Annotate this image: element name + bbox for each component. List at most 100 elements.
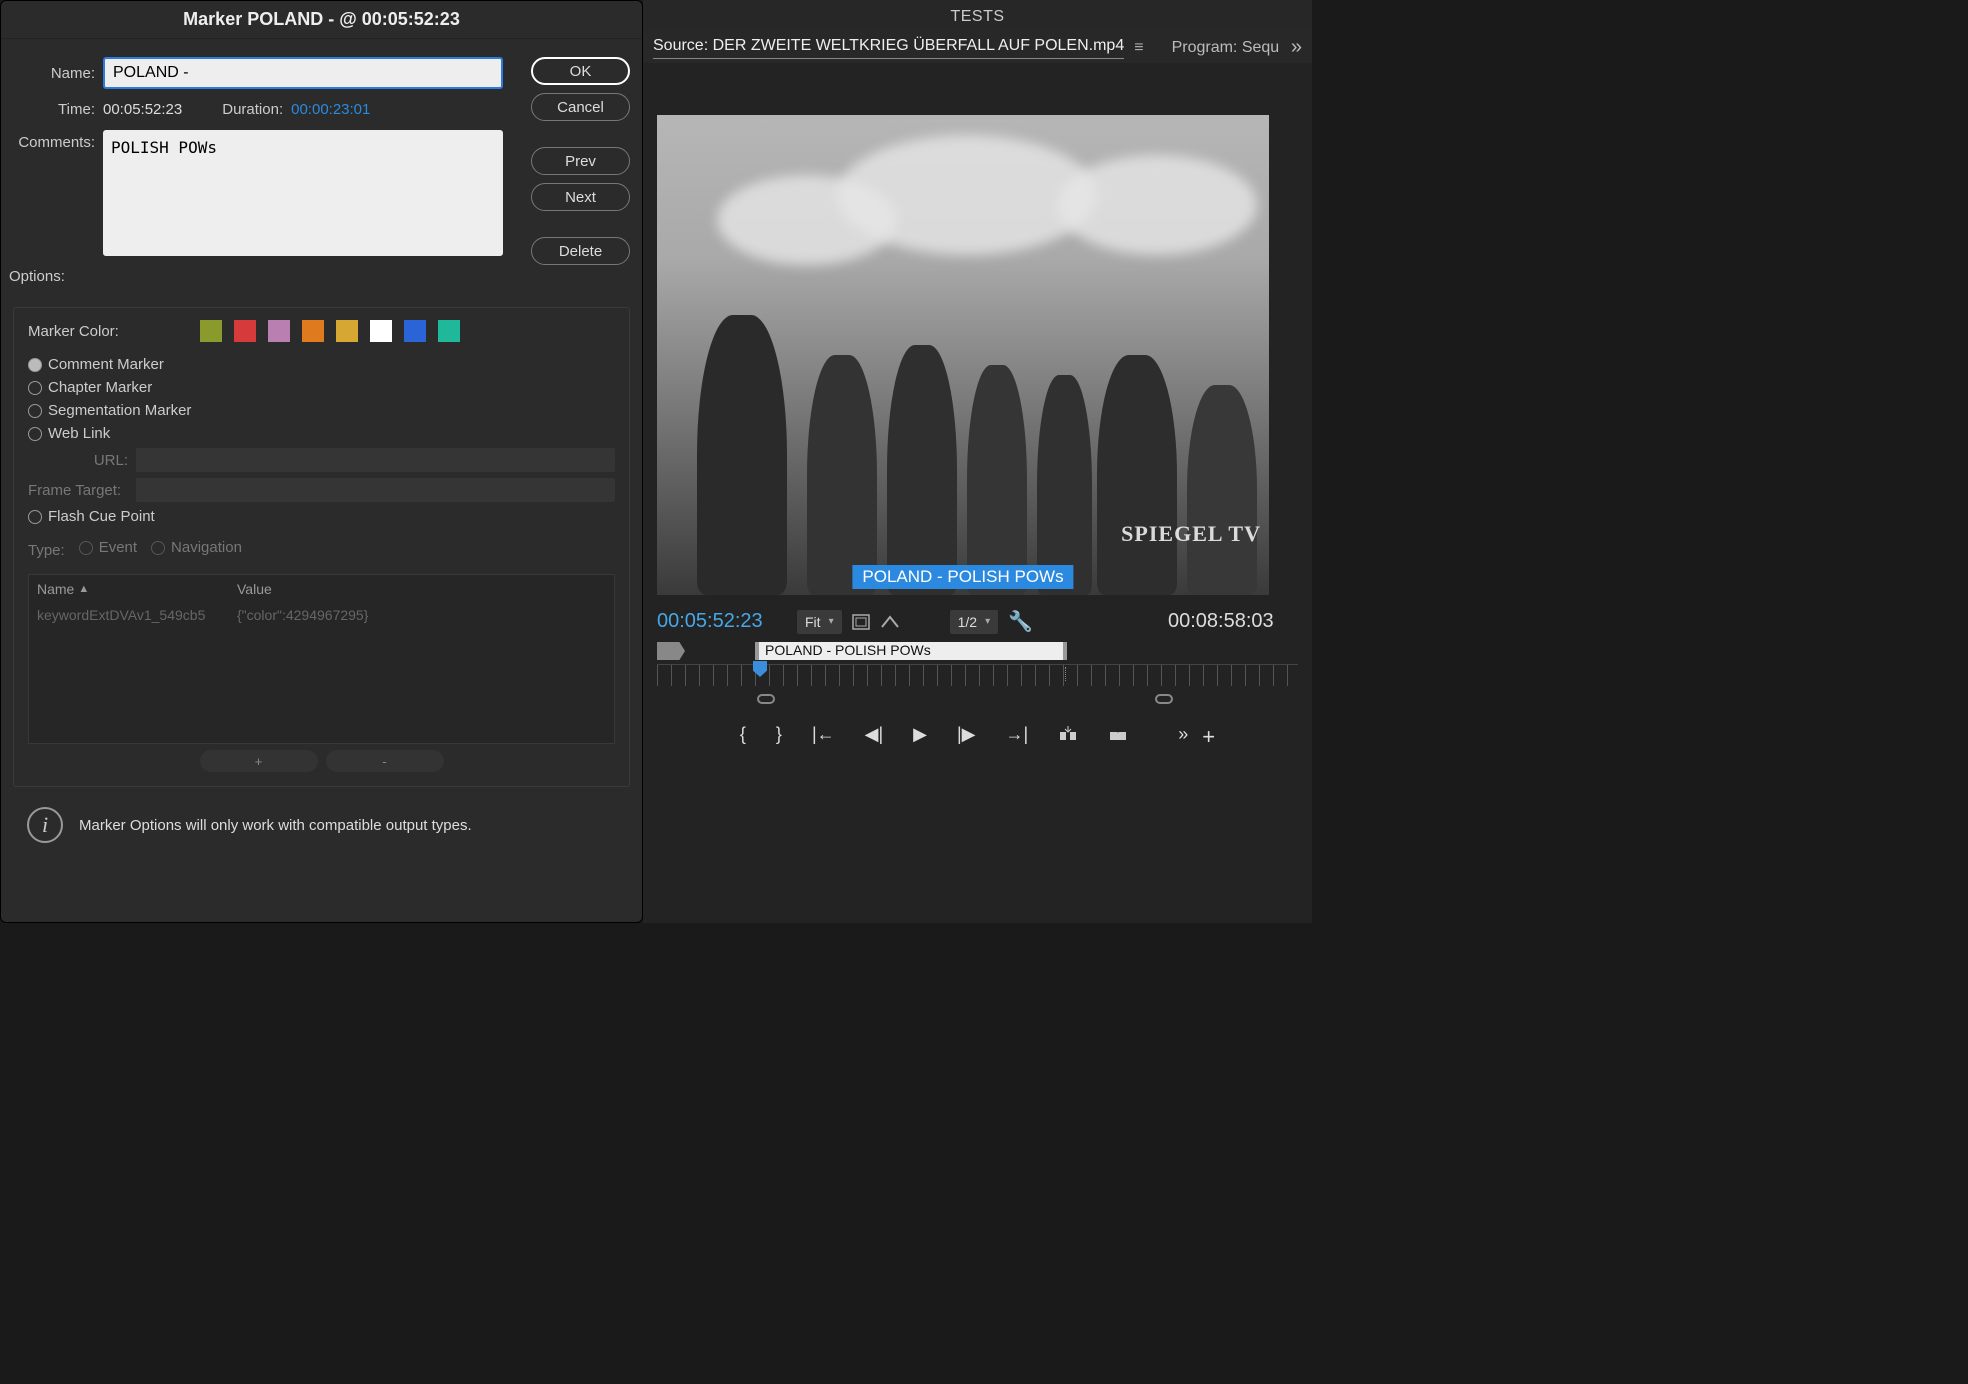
program-tab[interactable]: Program: Sequ bbox=[1172, 39, 1280, 57]
table-row[interactable]: keywordExtDVAv1_549cb5 {"color":42949672… bbox=[29, 603, 614, 627]
duration-label: Duration: bbox=[222, 101, 283, 118]
radio-label: Comment Marker bbox=[48, 356, 164, 373]
strip-marker[interactable]: POLAND - POLISH POWs bbox=[755, 642, 1067, 660]
prev-button[interactable]: Prev bbox=[531, 147, 630, 175]
scrub-handle-left[interactable] bbox=[757, 694, 775, 704]
col-value-header[interactable]: Value bbox=[237, 581, 606, 597]
col-name-header[interactable]: Name ▲ bbox=[37, 581, 237, 597]
radio-icon bbox=[28, 381, 42, 395]
info-icon: i bbox=[27, 807, 63, 843]
radio-chapter-marker[interactable]: Chapter Marker bbox=[28, 379, 615, 396]
radio-web-link[interactable]: Web Link bbox=[28, 425, 615, 442]
delete-button[interactable]: Delete bbox=[531, 237, 630, 265]
radio-event: Event bbox=[79, 539, 137, 556]
zoom-select[interactable]: Fit▾ bbox=[797, 610, 842, 634]
mark-out-button[interactable]: } bbox=[776, 724, 782, 745]
go-to-out-button[interactable]: →| bbox=[1006, 724, 1029, 745]
comments-textarea[interactable]: POLISH POWs bbox=[103, 130, 503, 256]
add-cue-button[interactable]: + bbox=[200, 750, 318, 772]
more-controls-icon[interactable]: » bbox=[1178, 724, 1188, 745]
name-label: Name: bbox=[13, 65, 103, 82]
mark-in-button[interactable]: { bbox=[740, 724, 746, 745]
frame-target-input bbox=[136, 478, 615, 502]
resolution-select[interactable]: 1/2▾ bbox=[950, 610, 999, 634]
go-to-in-button[interactable]: |← bbox=[812, 724, 835, 745]
insert-button[interactable] bbox=[1058, 726, 1078, 742]
next-button[interactable]: Next bbox=[531, 183, 630, 211]
url-input bbox=[136, 448, 615, 472]
radio-label: Chapter Marker bbox=[48, 379, 152, 396]
info-text: Marker Options will only work with compa… bbox=[79, 817, 472, 834]
radio-comment-marker[interactable]: Comment Marker bbox=[28, 356, 615, 373]
snap-icon[interactable] bbox=[880, 615, 900, 629]
scrub-handle-right[interactable] bbox=[1155, 694, 1173, 704]
radio-label: Navigation bbox=[171, 539, 242, 556]
radio-icon bbox=[28, 510, 42, 524]
radio-label: Web Link bbox=[48, 425, 110, 442]
radio-segmentation-marker[interactable]: Segmentation Marker bbox=[28, 402, 615, 419]
radio-icon bbox=[151, 541, 165, 555]
sort-up-icon: ▲ bbox=[78, 583, 89, 595]
overwrite-button[interactable] bbox=[1108, 726, 1128, 742]
marker-color-label: Marker Color: bbox=[28, 323, 136, 340]
ok-button[interactable]: OK bbox=[531, 57, 630, 85]
marker-dialog: Marker POLAND - @ 00:05:52:23 Name: Time… bbox=[0, 0, 643, 923]
button-editor-icon[interactable]: + bbox=[1202, 724, 1215, 750]
dialog-title: Marker POLAND - @ 00:05:52:23 bbox=[1, 1, 642, 39]
radio-flash-cue[interactable]: Flash Cue Point bbox=[28, 508, 615, 525]
radio-label: Segmentation Marker bbox=[48, 402, 191, 419]
name-input[interactable] bbox=[103, 57, 503, 89]
settings-icon[interactable]: 🔧 bbox=[1008, 609, 1033, 634]
url-label: URL: bbox=[86, 452, 128, 469]
source-tab[interactable]: Source: DER ZWEITE WELTKRIEG ÜBERFALL AU… bbox=[653, 37, 1124, 59]
radio-icon bbox=[79, 541, 93, 555]
playhead-icon[interactable] bbox=[753, 661, 767, 677]
duration-value[interactable]: 00:00:23:01 bbox=[291, 101, 370, 118]
remove-cue-button[interactable]: - bbox=[326, 750, 444, 772]
color-swatch[interactable] bbox=[234, 320, 256, 342]
time-ruler[interactable] bbox=[657, 664, 1298, 686]
radio-label: Event bbox=[99, 539, 137, 556]
radio-navigation: Navigation bbox=[151, 539, 242, 556]
color-swatch[interactable] bbox=[404, 320, 426, 342]
color-swatch[interactable] bbox=[268, 320, 290, 342]
time-label: Time: bbox=[13, 101, 103, 118]
tests-tab[interactable]: TESTS bbox=[643, 0, 1312, 30]
timecode-out[interactable]: 00:08:58:03 bbox=[1168, 610, 1298, 633]
step-forward-button[interactable]: |▶ bbox=[957, 724, 976, 745]
color-swatch[interactable] bbox=[438, 320, 460, 342]
out-point-icon bbox=[1065, 667, 1066, 681]
radio-label: Flash Cue Point bbox=[48, 508, 155, 525]
watermark: SPIEGEL TV bbox=[1121, 521, 1261, 547]
type-label: Type: bbox=[28, 542, 65, 559]
color-swatch[interactable] bbox=[370, 320, 392, 342]
play-button[interactable]: ▶ bbox=[913, 724, 927, 745]
cancel-button[interactable]: Cancel bbox=[531, 93, 630, 121]
expand-icon[interactable]: » bbox=[1291, 36, 1302, 59]
panel-menu-icon[interactable]: ≡ bbox=[1134, 39, 1143, 57]
transport-controls: { } |← ◀| ▶ |▶ →| » + bbox=[643, 708, 1312, 760]
radio-icon bbox=[28, 427, 42, 441]
options-group: Marker Color: Comment Marker Chapter Mar… bbox=[13, 307, 630, 787]
safe-margins-icon[interactable] bbox=[852, 614, 870, 630]
clip-start-icon bbox=[657, 642, 685, 660]
timecode-in[interactable]: 00:05:52:23 bbox=[657, 610, 787, 633]
marker-strip[interactable]: POLAND - POLISH POWs bbox=[657, 642, 1298, 662]
video-viewer[interactable]: SPIEGEL TV POLAND - POLISH POWs bbox=[657, 115, 1269, 595]
source-monitor-panel: TESTS Source: DER ZWEITE WELTKRIEG ÜBERF… bbox=[643, 0, 1312, 923]
marker-overlay: POLAND - POLISH POWs bbox=[852, 565, 1073, 589]
scrub-bar[interactable] bbox=[657, 690, 1298, 708]
color-swatch[interactable] bbox=[302, 320, 324, 342]
cell-name: keywordExtDVAv1_549cb5 bbox=[37, 607, 237, 623]
cue-table: Name ▲ Value keywordExtDVAv1_549cb5 {"co… bbox=[28, 574, 615, 744]
cell-value: {"color":4294967295} bbox=[237, 607, 606, 623]
time-value: 00:05:52:23 bbox=[103, 101, 182, 118]
frame-target-label: Frame Target: bbox=[28, 482, 128, 499]
color-swatch[interactable] bbox=[200, 320, 222, 342]
comments-label: Comments: bbox=[13, 130, 103, 151]
color-swatch[interactable] bbox=[336, 320, 358, 342]
step-back-button[interactable]: ◀| bbox=[865, 724, 884, 745]
radio-icon bbox=[28, 358, 42, 372]
radio-icon bbox=[28, 404, 42, 418]
options-label: Options: bbox=[9, 268, 630, 285]
